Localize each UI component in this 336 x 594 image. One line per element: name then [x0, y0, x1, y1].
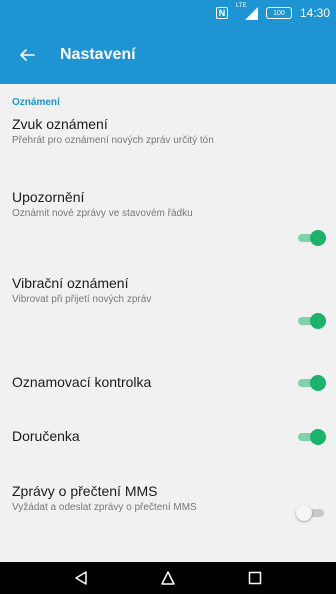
pref-title: Doručenka	[12, 428, 80, 444]
pref-notification-sound[interactable]: Zvuk oznámení Přehrát pro oznámení novýc…	[12, 115, 322, 147]
status-clock: 14:30	[299, 6, 330, 20]
pref-title: Vibrační oznámení	[12, 275, 129, 291]
recents-icon[interactable]	[235, 564, 275, 592]
pref-mms-read-report[interactable]: Zprávy o přečtení MMS Vyžádat a odeslat …	[12, 482, 322, 514]
page-title: Nastavení	[60, 46, 136, 63]
pref-summary: Přehrát pro oznámení nových zpráv určitý…	[12, 135, 214, 146]
pref-summary: Vibrovat při přijetí nových zpráv	[12, 294, 152, 305]
pref-notification-light[interactable]: Oznamovací kontrolka	[12, 373, 322, 391]
nfc-icon: N	[215, 7, 228, 19]
home-icon[interactable]	[148, 564, 188, 592]
battery-icon: 100	[265, 7, 292, 19]
pref-summary: Oznámit nové zprávy ve stavovém řádku	[12, 208, 193, 219]
status-bar: N LTE 100 14:30	[0, 0, 336, 26]
pref-title: Upozornění	[12, 189, 85, 205]
pref-title: Zprávy o přečtení MMS	[12, 483, 158, 499]
pref-title: Oznamovací kontrolka	[12, 374, 152, 390]
back-triangle-icon[interactable]	[61, 564, 101, 592]
mms-read-report-toggle[interactable]	[296, 505, 326, 521]
pref-summary: Vyžádat a odeslat zprávy o přečtení MMS	[12, 502, 197, 513]
navigation-bar	[0, 562, 336, 594]
pref-notifications[interactable]: Upozornění Oznámit nové zprávy ve stavov…	[12, 188, 322, 220]
section-header: Oznámení	[12, 97, 60, 108]
settings-list: Oznámení Zvuk oznámení Přehrát pro oznám…	[0, 84, 336, 562]
app-bar: Nastavení	[0, 26, 336, 84]
notification-light-toggle[interactable]	[296, 375, 326, 391]
signal-icon: LTE	[236, 3, 258, 20]
notifications-toggle[interactable]	[296, 230, 326, 246]
vibration-toggle[interactable]	[296, 313, 326, 329]
pref-delivery-report[interactable]: Doručenka	[12, 427, 322, 445]
pref-title: Zvuk oznámení	[12, 116, 108, 132]
pref-vibration[interactable]: Vibrační oznámení Vibrovat při přijetí n…	[12, 274, 322, 306]
arrow-left-icon[interactable]	[16, 44, 38, 66]
delivery-report-toggle[interactable]	[296, 429, 326, 445]
